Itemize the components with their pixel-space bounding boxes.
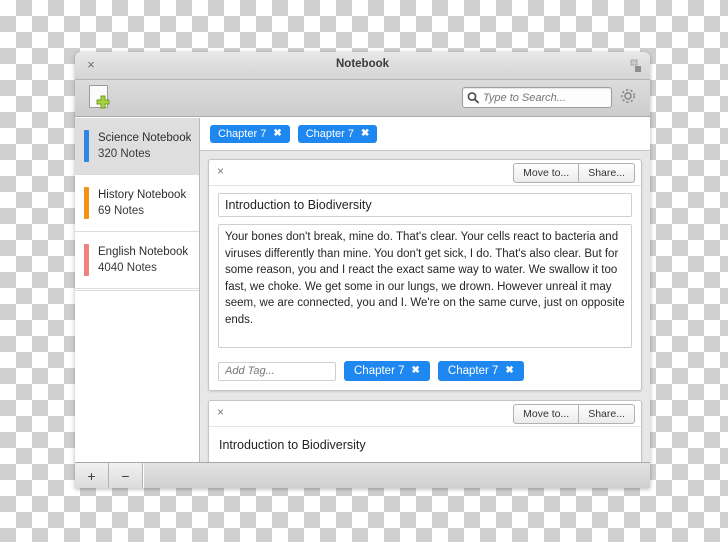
move-to-button[interactable]: Move to...: [513, 404, 580, 424]
sidebar-item-history-notebook[interactable]: History Notebook 69 Notes: [75, 175, 199, 232]
notebook-note-count: 320 Notes: [98, 147, 151, 160]
search-icon: [466, 91, 481, 104]
filter-tag-pill[interactable]: Chapter 7 ✖: [297, 125, 378, 143]
tag-label: Chapter 7: [305, 128, 355, 140]
new-note-icon[interactable]: [87, 84, 112, 111]
tag-filter-bar: Chapter 7 ✖ Chapter 7 ✖: [200, 118, 650, 151]
share-button[interactable]: Share...: [579, 163, 635, 183]
window-title: Notebook: [335, 58, 390, 70]
note-card-body: Introduction to Biodiversity Your bones …: [209, 427, 641, 462]
gear-icon[interactable]: [618, 86, 638, 106]
remove-notebook-button[interactable]: −: [109, 463, 143, 488]
notebook-window: × Notebook Type to Search... Science Not…: [75, 52, 650, 488]
notebook-name: English Notebook: [98, 245, 189, 258]
notebook-list: Science Notebook 320 Notes History Noteb…: [75, 118, 199, 290]
notebook-color-swatch: [84, 130, 89, 162]
add-notebook-button[interactable]: +: [75, 463, 109, 488]
tag-label: Chapter 7: [447, 365, 499, 377]
note-tag-pill[interactable]: Chapter 7 ✖: [344, 361, 430, 381]
note-tag-pill[interactable]: Chapter 7 ✖: [437, 361, 524, 381]
notebook-color-swatch: [84, 244, 89, 276]
tag-remove-icon[interactable]: ✖: [505, 366, 513, 376]
note-title-input[interactable]: [218, 193, 632, 217]
note-card: × Move to... Share... Introduction to Bi…: [208, 400, 642, 462]
sidebar-footer: + −: [75, 462, 650, 488]
sidebar-item-science-notebook[interactable]: Science Notebook 320 Notes: [75, 118, 199, 175]
add-tag-input[interactable]: [218, 361, 336, 381]
note-card-header: × Move to... Share...: [209, 160, 641, 186]
note-actions: Move to... Share...: [513, 163, 635, 183]
note-tag-row: Chapter 7 ✖ Chapter 7 ✖: [209, 353, 641, 390]
footer-filler: [143, 463, 650, 488]
title-bar: × Notebook: [75, 52, 650, 80]
toolbar: [75, 80, 650, 117]
share-button[interactable]: Share...: [579, 404, 635, 424]
search-field[interactable]: [462, 87, 612, 108]
notebook-note-count: 69 Notes: [98, 204, 145, 217]
tag-remove-icon[interactable]: ✖: [412, 366, 420, 376]
note-card: × Move to... Share... Your bones don't b…: [208, 159, 642, 391]
note-card-body: Your bones don't break, mine do. That's …: [209, 186, 641, 353]
sidebar: Science Notebook 320 Notes History Noteb…: [75, 118, 200, 462]
note-card-header: × Move to... Share...: [209, 401, 641, 427]
note-close-button[interactable]: ×: [217, 165, 224, 177]
tag-label: Chapter 7: [354, 365, 405, 377]
sidebar-item-english-notebook[interactable]: English Notebook 4040 Notes: [75, 232, 199, 289]
sidebar-empty-area: [75, 289, 199, 462]
notebook-note-count: 4040 Notes: [98, 261, 157, 274]
move-to-button[interactable]: Move to...: [513, 163, 580, 183]
note-close-button[interactable]: ×: [217, 406, 224, 418]
filter-tag-pill[interactable]: Chapter 7 ✖: [210, 125, 290, 143]
notebook-name: Science Notebook: [98, 131, 192, 144]
note-title[interactable]: Introduction to Biodiversity: [218, 434, 632, 452]
tag-remove-icon[interactable]: ✖: [361, 129, 369, 139]
main-pane: Chapter 7 ✖ Chapter 7 ✖ × Move to... Sha…: [200, 118, 650, 462]
tag-label: Chapter 7: [218, 128, 267, 140]
note-body-preview[interactable]: Your bones don't break, mine do. That's …: [218, 452, 632, 462]
plus-badge-icon: [96, 95, 110, 109]
window-body: Science Notebook 320 Notes History Noteb…: [75, 117, 650, 462]
notebook-name: History Notebook: [98, 188, 187, 201]
notebook-color-swatch: [84, 187, 89, 219]
search-input[interactable]: [481, 91, 611, 104]
fullscreen-icon[interactable]: [629, 59, 642, 72]
notes-list: × Move to... Share... Your bones don't b…: [200, 151, 650, 462]
note-actions: Move to... Share...: [513, 404, 635, 424]
note-body-textarea[interactable]: Your bones don't break, mine do. That's …: [218, 224, 632, 348]
tag-remove-icon[interactable]: ✖: [273, 129, 281, 139]
